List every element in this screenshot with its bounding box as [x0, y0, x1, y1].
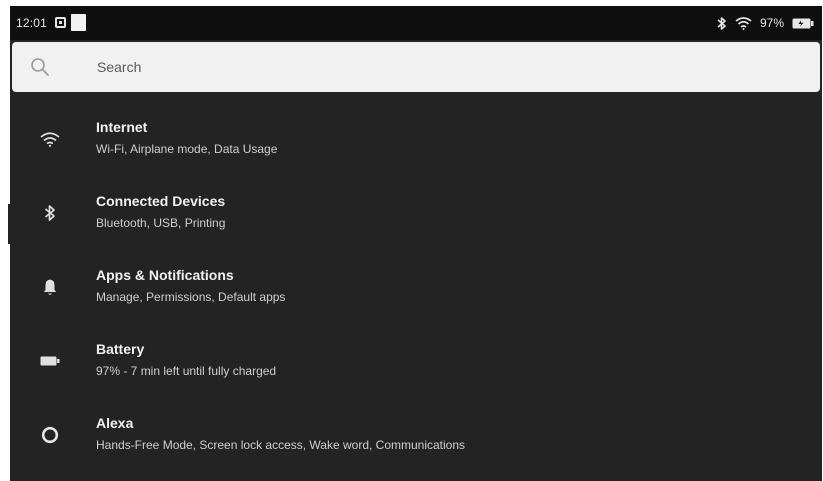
settings-item-battery[interactable]: Battery 97% - 7 min left until fully cha…	[10, 324, 822, 398]
settings-item-apps-notifications[interactable]: Apps & Notifications Manage, Permissions…	[10, 250, 822, 324]
wifi-icon	[735, 16, 752, 30]
battery-icon	[792, 18, 814, 29]
search-icon	[30, 57, 50, 82]
notification-icon	[55, 17, 66, 28]
settings-item-subtitle: 97% - 7 min left until fully charged	[96, 364, 277, 378]
search-input[interactable]: Search	[97, 59, 141, 75]
battery-percent: 97%	[759, 16, 784, 30]
bluetooth-icon	[717, 16, 727, 31]
settings-item-subtitle: Wi-Fi, Airplane mode, Data Usage	[96, 142, 278, 156]
settings-item-title: Internet	[96, 119, 148, 135]
settings-item-subtitle: Bluetooth, USB, Printing	[96, 216, 226, 230]
settings-screen: 12:01 97% Search Internet Wi-Fi, Airplan…	[10, 6, 822, 481]
settings-item-title: Apps & Notifications	[96, 267, 234, 283]
battery-icon	[37, 348, 63, 374]
wifi-icon	[37, 126, 63, 152]
bluetooth-icon	[37, 200, 63, 226]
status-bar: 12:01 97%	[10, 6, 822, 40]
status-indicators: 97%	[717, 14, 814, 32]
settings-item-connected-devices[interactable]: Connected Devices Bluetooth, USB, Printi…	[10, 176, 822, 250]
bell-icon	[37, 274, 63, 300]
settings-item-title: Connected Devices	[96, 193, 226, 209]
settings-item-title: Battery	[96, 341, 145, 357]
settings-item-subtitle: Manage, Permissions, Default apps	[96, 290, 286, 304]
settings-list: Internet Wi-Fi, Airplane mode, Data Usag…	[10, 102, 822, 472]
status-time: 12:01	[16, 16, 48, 30]
search-bar[interactable]: Search	[12, 42, 820, 92]
notification-icon	[71, 14, 86, 31]
settings-item-subtitle: Hands-Free Mode, Screen lock access, Wak…	[96, 438, 466, 452]
alexa-icon	[37, 422, 63, 448]
settings-item-internet[interactable]: Internet Wi-Fi, Airplane mode, Data Usag…	[10, 102, 822, 176]
settings-item-title: Alexa	[96, 415, 134, 431]
settings-item-alexa[interactable]: Alexa Hands-Free Mode, Screen lock acces…	[10, 398, 822, 472]
